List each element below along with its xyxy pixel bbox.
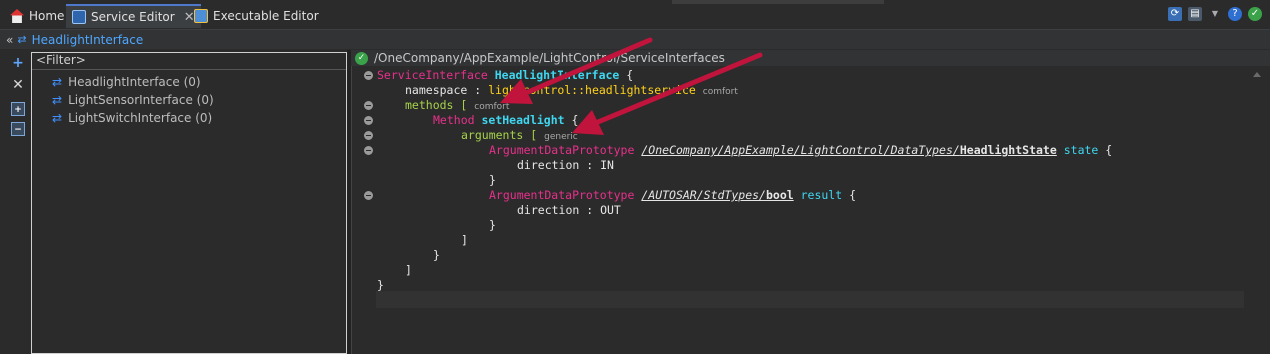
fold-toggle-icon[interactable] [364,101,373,110]
help-icon[interactable]: ? [1228,7,1242,21]
service-editor-icon [72,10,86,24]
editor-path: /OneCompany/AppExample/LightControl/Serv… [374,51,725,65]
code-line-5: arguments [ generic [461,128,578,142]
tab-home[interactable]: Home [4,4,70,28]
interface-icon: ⇄ [52,111,63,125]
layout-icon[interactable]: ▤ [1188,7,1202,21]
tab-home-label: Home [29,9,65,23]
tab-executable-editor-label: Executable Editor [213,9,319,23]
scroll-up-icon[interactable] [1253,72,1261,77]
code-line-7: direction : IN [517,158,614,172]
sync-icon[interactable]: ⟳ [1168,7,1182,21]
expand-all-icon[interactable]: + [11,102,25,116]
left-toolbar: + ✕ + − [0,50,31,354]
interface-icon: ⇄ [52,75,63,89]
tree-item-headlight[interactable]: ⇄ HeadlightInterface (0) [52,73,201,91]
toolbar-right: ⟳ ▤ ▼ ? ✓ [1168,7,1262,21]
collapse-all-icon[interactable]: − [11,122,25,136]
tab-service-editor-label: Service Editor [91,10,175,24]
fold-toggle-icon[interactable] [364,191,373,200]
dropdown-icon[interactable]: ▼ [1208,7,1222,21]
tree-item-label: LightSwitchInterface (0) [68,111,213,125]
breadcrumb-label[interactable]: HeadlightInterface [32,33,144,47]
tab-bar: Home Service Editor ✕ Executable Editor … [0,0,1270,30]
executable-editor-icon [194,9,208,23]
code-line-1: ServiceInterface HeadlightInterface { [377,68,634,82]
app-window: Home Service Editor ✕ Executable Editor … [0,0,1270,354]
editor-header: ✓ /OneCompany/AppExample/LightControl/Se… [351,50,1270,66]
current-line-highlight [376,291,1266,308]
code-line-3: methods [ comfort [405,98,510,112]
fold-toggle-icon[interactable] [364,116,373,125]
code-line-10: direction : OUT [517,203,621,217]
tree-item-lightsensor[interactable]: ⇄ LightSensorInterface (0) [52,91,214,109]
tree-item-label: LightSensorInterface (0) [68,93,214,107]
code-line-15: } [377,278,384,292]
home-icon [10,9,24,23]
tree-item-lightswitch[interactable]: ⇄ LightSwitchInterface (0) [52,109,212,127]
code-line-9: ArgumentDataPrototype /AUTOSAR/StdTypes/… [489,188,857,202]
back-icon[interactable]: « [6,33,13,47]
validation-ok-icon: ✓ [355,51,368,65]
code-line-14: ] [405,263,412,277]
code-line-6: ArgumentDataPrototype /OneCompany/AppExa… [489,143,1113,157]
code-line-13: } [433,248,440,262]
ok-icon[interactable]: ✓ [1248,7,1262,21]
interface-tree: <Filter> ⇄ HeadlightInterface (0) ⇄ Ligh… [31,52,347,354]
vertical-scrollbar[interactable] [1244,66,1270,354]
interface-icon: ⇄ [17,33,27,46]
delete-icon[interactable]: ✕ [11,78,25,92]
add-icon[interactable]: + [11,56,25,70]
fold-toggle-icon[interactable] [364,131,373,140]
tree-item-label: HeadlightInterface (0) [68,75,201,89]
code-line-12: ] [461,233,468,247]
fold-toggle-icon[interactable] [364,146,373,155]
code-line-11: } [489,218,496,232]
title-strip [672,0,884,4]
interface-icon: ⇄ [52,93,63,107]
code-line-4: Method setHeadlight { [433,113,579,127]
code-editor[interactable]: ServiceInterface HeadlightInterface { na… [351,66,1270,354]
tab-executable-editor[interactable]: Executable Editor [188,4,325,28]
tab-service-editor[interactable]: Service Editor ✕ [66,4,201,28]
filter-input[interactable]: <Filter> [32,53,346,70]
code-line-2: namespace : lightcontrol::headlightservi… [405,83,738,97]
code-line-8: } [489,173,496,187]
fold-toggle-icon[interactable] [364,71,373,80]
breadcrumb: « ⇄ HeadlightInterface [0,30,1270,49]
